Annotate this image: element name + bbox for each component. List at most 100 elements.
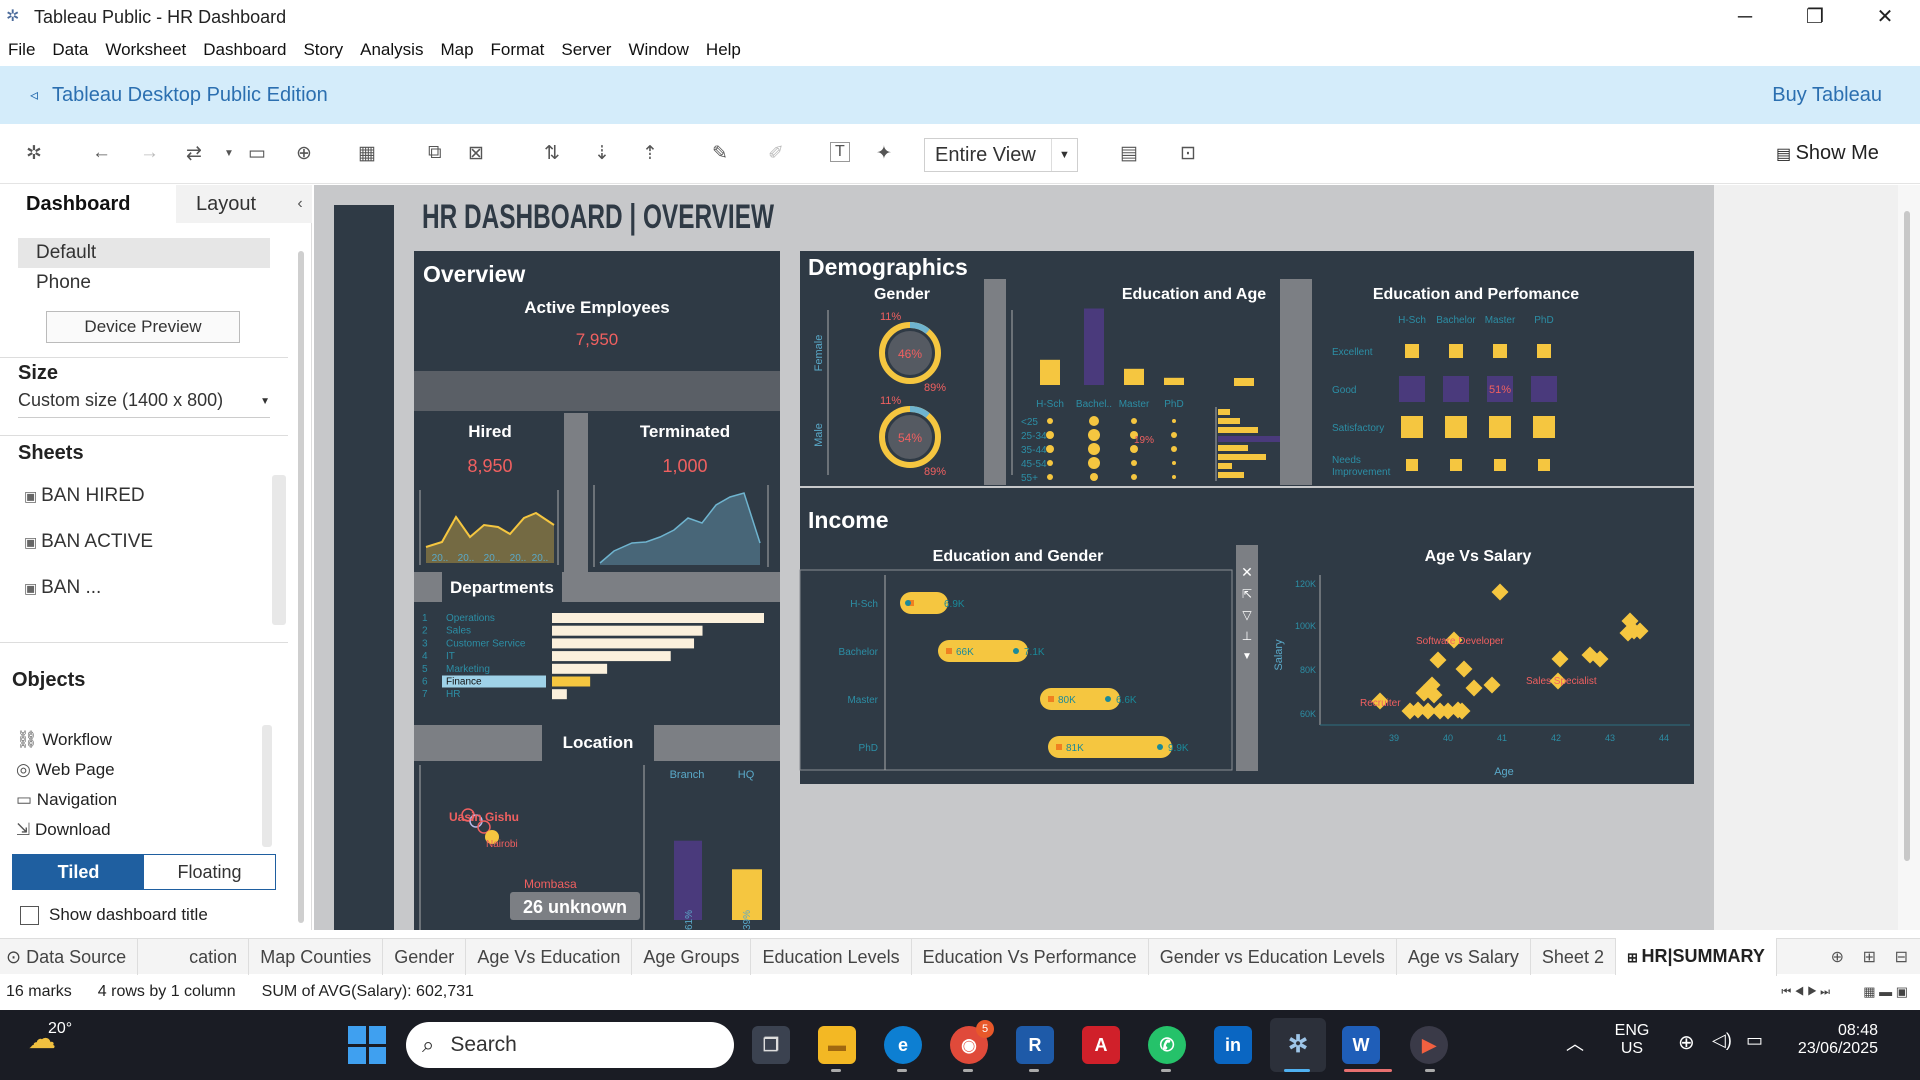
redo-icon[interactable]: → — [140, 142, 159, 164]
size-select[interactable]: Custom size (1400 x 800) ▼ — [18, 390, 270, 418]
panel-scrollbar[interactable] — [298, 251, 304, 923]
menu-worksheet[interactable]: Worksheet — [105, 40, 186, 60]
dashboard-sidebar — [334, 205, 394, 930]
sort-descending-icon[interactable]: ⇡ — [642, 142, 658, 165]
duplicate-icon[interactable]: ⧉ — [428, 142, 442, 164]
menu-dashboard[interactable]: Dashboard — [203, 40, 286, 60]
tableau-taskbar-icon[interactable]: ✲ — [1270, 1018, 1326, 1072]
media-player-icon[interactable]: ▶ — [1410, 1026, 1448, 1064]
swap-icon[interactable]: ⇅ — [544, 142, 560, 165]
show-title-checkbox-row[interactable]: Show dashboard title — [20, 905, 208, 925]
object-download[interactable]: ⇲ Download — [16, 820, 111, 840]
edu-age-hbar — [1218, 472, 1244, 478]
sheet-item[interactable]: ▣ BAN ... — [24, 577, 101, 599]
buy-tableau-link[interactable]: Buy Tableau — [1772, 84, 1882, 107]
language-indicator[interactable]: ENG US — [1614, 1022, 1650, 1058]
edu-age-title: Education and Age — [1122, 286, 1266, 303]
sheet-tab[interactable]: Sheet 2 — [1531, 938, 1616, 975]
sheet-tab[interactable]: Gender — [383, 938, 467, 975]
menu-window[interactable]: Window — [628, 40, 688, 60]
menu-data[interactable]: Data — [52, 40, 88, 60]
task-view-icon[interactable]: ❐ — [752, 1026, 790, 1064]
sheet-tab[interactable]: Gender vs Education Levels — [1149, 938, 1397, 975]
menu-analysis[interactable]: Analysis — [360, 40, 423, 60]
sheet-tab[interactable]: Map Counties — [249, 938, 384, 975]
object-navigation[interactable]: ▭ Navigation — [16, 790, 117, 810]
device-preview-button[interactable]: Device Preview — [46, 311, 240, 343]
running-indicator — [1425, 1069, 1435, 1072]
edu-age-dot — [1088, 429, 1100, 441]
collapse-panel-icon[interactable]: ‹ — [288, 185, 312, 223]
show-cards-icon[interactable]: ▤ — [1120, 142, 1138, 165]
object-web-page[interactable]: ◎ Web Page — [16, 760, 115, 780]
sheet-tab-active[interactable]: ⊞ HR|SUMMARY — [1615, 937, 1777, 976]
menu-help[interactable]: Help — [706, 40, 741, 60]
sheet-tab[interactable]: Education Levels — [751, 938, 912, 975]
show-hidden-icons[interactable]: ︿ — [1566, 1030, 1584, 1056]
tableau-logo-icon[interactable]: ✲ — [26, 142, 42, 165]
sheet-tab[interactable]: cation — [178, 938, 250, 975]
menu-story[interactable]: Story — [303, 40, 343, 60]
new-datasource-icon[interactable]: ⊕ — [296, 142, 312, 165]
sheet-item[interactable]: ▣ BAN HIRED — [24, 485, 145, 507]
menu-server[interactable]: Server — [561, 40, 611, 60]
new-story-icon[interactable]: ⊟ — [1895, 947, 1908, 967]
data-source-tab[interactable]: ⊙ Data Source — [0, 938, 139, 975]
presentation-icon[interactable]: ⊡ — [1180, 142, 1196, 165]
menu-format[interactable]: Format — [491, 40, 545, 60]
menu-file[interactable]: File — [8, 40, 35, 60]
clear-sheet-icon[interactable]: ⊠ — [468, 142, 484, 165]
new-worksheet-icon[interactable]: ⊕ — [1831, 947, 1844, 967]
tab-dashboard[interactable]: Dashboard — [0, 185, 176, 223]
replace-data-icon[interactable]: ⇄ — [186, 142, 202, 165]
new-worksheet-icon[interactable]: ▦ — [358, 142, 376, 165]
pin-icon[interactable]: ✦ — [876, 142, 892, 165]
save-icon[interactable]: ▭ — [248, 142, 266, 165]
object-workflow[interactable]: ⛓ Workflow — [16, 730, 112, 750]
perf-square — [1494, 459, 1506, 471]
chevron-down-icon[interactable]: ▼ — [1051, 139, 1077, 171]
whatsapp-icon[interactable]: ✆ — [1148, 1026, 1186, 1064]
objects-scrollbar[interactable] — [262, 725, 272, 847]
minimize-button[interactable]: ─ — [1710, 0, 1780, 34]
network-icon[interactable]: ⊕ — [1678, 1030, 1695, 1055]
canvas-scrollbar[interactable] — [1904, 211, 1910, 861]
restore-button[interactable]: ❐ — [1780, 0, 1850, 34]
sheet-view-icon[interactable]: ▦ ▬ ▣ — [1863, 984, 1908, 1000]
group-icon[interactable]: ✐ — [768, 142, 784, 165]
highlight-icon[interactable]: ✎ — [712, 142, 728, 165]
edge-icon[interactable]: e — [884, 1026, 922, 1064]
battery-icon[interactable]: ▭ — [1746, 1030, 1763, 1051]
sheet-tab[interactable]: Age Groups — [632, 938, 752, 975]
sheets-scrollbar[interactable] — [272, 475, 286, 625]
taskbar-search[interactable]: ⌕ Search — [406, 1022, 734, 1068]
device-default[interactable]: Default — [18, 238, 270, 268]
revit-icon[interactable]: R — [1016, 1026, 1054, 1064]
sheet-item[interactable]: ▣ BAN ACTIVE — [24, 531, 153, 553]
floating-button[interactable]: Floating — [144, 855, 275, 889]
show-title-checkbox[interactable] — [20, 905, 39, 925]
sheet-tab[interactable]: Age vs Salary — [1397, 938, 1531, 975]
menu-map[interactable]: Map — [440, 40, 473, 60]
sheet-tab[interactable]: Age Vs Education — [466, 938, 633, 975]
device-phone[interactable]: Phone — [18, 268, 270, 298]
chevron-down-icon[interactable]: ▼ — [224, 148, 234, 159]
word-icon[interactable]: W — [1342, 1026, 1380, 1064]
file-explorer-icon[interactable]: ▬ — [818, 1026, 856, 1064]
clock[interactable]: 08:48 23/06/2025 — [1796, 1022, 1878, 1058]
new-dashboard-icon[interactable]: ⊞ — [1863, 947, 1876, 967]
start-button[interactable] — [348, 1026, 386, 1064]
sort-ascending-icon[interactable]: ⇣ — [594, 142, 610, 165]
tiled-button[interactable]: Tiled — [13, 855, 144, 889]
linkedin-icon[interactable]: in — [1214, 1026, 1252, 1064]
close-button[interactable]: ✕ — [1850, 0, 1920, 34]
volume-icon[interactable]: ◁) — [1712, 1030, 1732, 1051]
sheet-navigation-icon[interactable]: ⏮ ◀ ▶ ⏭ — [1781, 986, 1830, 999]
undo-icon[interactable]: ← — [92, 142, 111, 164]
tab-layout[interactable]: Layout — [176, 185, 288, 223]
fit-view-select[interactable]: Entire View ▼ — [924, 138, 1078, 172]
autocad-icon[interactable]: A — [1082, 1026, 1120, 1064]
sheet-tab[interactable]: Education Vs Performance — [912, 938, 1149, 975]
show-labels-icon[interactable]: T — [830, 142, 850, 162]
show-me-button[interactable]: ▤ Show Me — [1776, 142, 1879, 165]
